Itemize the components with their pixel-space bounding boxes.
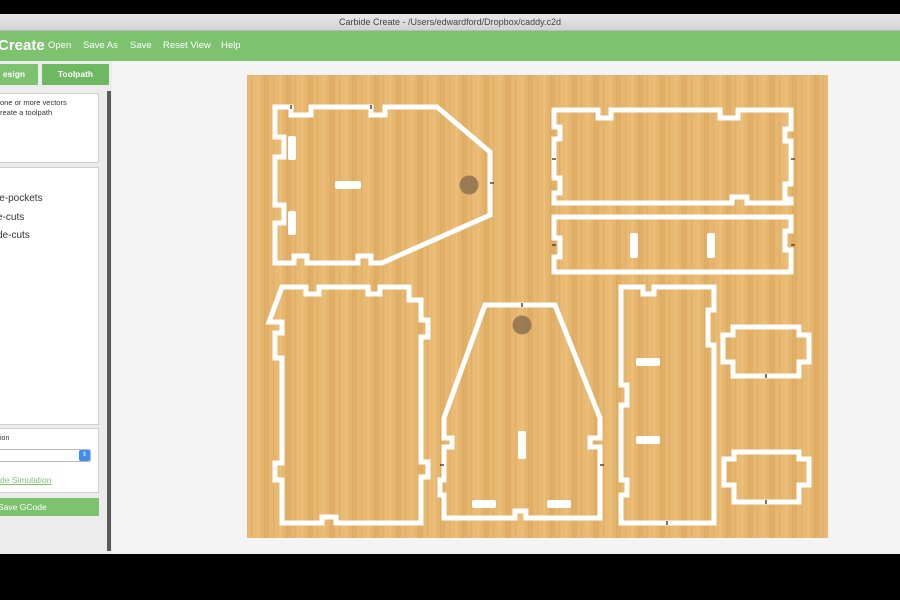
simulation-link[interactable]: de Simulation (0, 475, 52, 485)
simulation-select[interactable]: ⇕ (0, 449, 91, 462)
canvas-area[interactable] (112, 61, 900, 554)
menu-open[interactable]: Open (48, 31, 71, 61)
help-text-line: reate a toolpath (0, 107, 53, 117)
tool-marker[interactable] (459, 175, 479, 195)
slot (472, 500, 496, 508)
updown-chevron-icon: ⇕ (79, 450, 90, 461)
slot (288, 211, 296, 235)
app-body: esign Toolpath one or more vectors reate… (0, 61, 900, 554)
menu-help[interactable]: Help (221, 31, 241, 61)
slot (335, 181, 361, 189)
help-text-line: one or more vectors (0, 98, 67, 107)
menu-reset-view[interactable]: Reset View (163, 31, 211, 61)
app-logo: Create (0, 37, 45, 54)
sidebar: esign Toolpath one or more vectors reate… (0, 61, 109, 554)
save-gcode-button[interactable]: Save GCode (0, 498, 99, 516)
simulation-panel: ion ⇕ de Simulation (0, 428, 99, 493)
menu-save-as[interactable]: Save As (83, 31, 118, 61)
tab-toolpath[interactable]: Toolpath (42, 64, 109, 85)
simulation-label: ion (0, 435, 10, 442)
slot (630, 233, 638, 258)
window-titlebar[interactable]: Carbide Create - /Users/edwardford/Dropb… (0, 14, 900, 31)
tool-marker[interactable] (512, 315, 532, 335)
toolpath-item[interactable]: le-pockets (0, 190, 98, 209)
slot (707, 233, 715, 258)
toolpath-list: le-pockets e-cuts de-cuts (0, 167, 99, 425)
screen: Carbide Create - /Users/edwardford/Dropb… (0, 0, 900, 600)
screen-bezel (0, 554, 900, 600)
menu-save[interactable]: Save (130, 31, 152, 61)
help-panel: one or more vectors reate a toolpath (0, 93, 99, 163)
tab-design[interactable]: esign (0, 64, 38, 85)
window-title: Carbide Create - /Users/edwardford/Dropb… (339, 17, 561, 27)
slot (518, 431, 526, 459)
sidebar-scrollbar[interactable] (107, 91, 111, 551)
slot (288, 136, 296, 160)
menubar: Create Open Save As Save Reset View Help (0, 31, 900, 61)
toolpath-item[interactable]: e-cuts (0, 209, 98, 228)
slot (547, 500, 571, 508)
slot (636, 436, 660, 444)
wood-board[interactable] (247, 75, 828, 538)
toolpath-item[interactable]: de-cuts (0, 227, 98, 246)
slot (636, 358, 660, 366)
